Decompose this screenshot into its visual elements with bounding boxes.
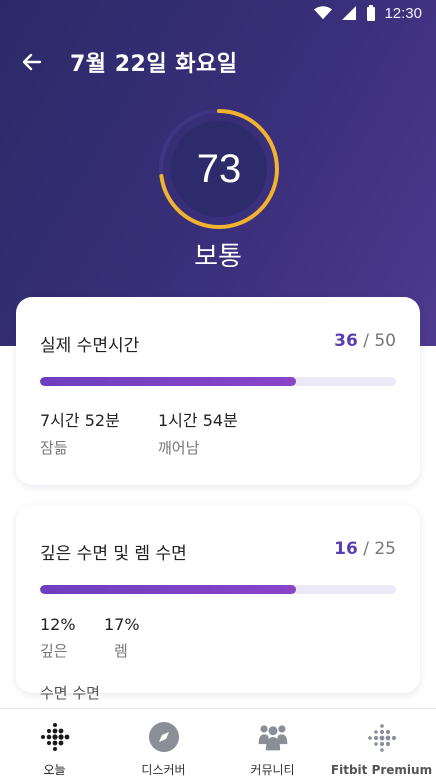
- compass-icon: [147, 721, 181, 753]
- page-title: 7월 22일 화요일: [70, 52, 238, 77]
- arrow-left-icon: [22, 53, 42, 71]
- app-bar: 7월 22일 화요일: [0, 40, 436, 84]
- nav-item-discover[interactable]: 디스커버: [109, 709, 218, 778]
- actual-sleep-card[interactable]: 실제 수면시간 36 / 50 7시간 52분 잠듦 1시간 54분 깨어남: [16, 297, 420, 485]
- stat-value: 12%: [40, 615, 76, 634]
- status-time: 12:30: [384, 4, 422, 22]
- stat-deep: 12% 깊은: [40, 615, 76, 661]
- card-score-max: / 25: [363, 539, 396, 559]
- fitbit-premium-icon: [365, 721, 399, 755]
- stat-value: 7시간 52분: [40, 411, 120, 430]
- nav-item-today[interactable]: 오늘: [0, 709, 109, 778]
- nav-label: 오늘: [43, 763, 66, 777]
- nav-item-community[interactable]: 커뮤니티: [218, 709, 327, 778]
- sleep-score-ring: 73: [156, 106, 282, 232]
- progress-bar: [40, 585, 396, 594]
- wifi-icon: [314, 6, 333, 20]
- nav-label: 디스커버: [141, 763, 186, 777]
- stat-label: 잠듦: [40, 439, 68, 457]
- progress-bar-fill: [40, 585, 297, 594]
- bottom-navigation: 오늘 디스커버 커뮤니티 Fitbit Premium: [0, 708, 436, 778]
- nav-label: Fitbit Premium: [330, 763, 433, 777]
- signal-icon: [342, 6, 357, 20]
- community-icon: [256, 721, 290, 753]
- progress-bar-fill: [40, 377, 297, 386]
- stat-label: 깊은: [40, 642, 68, 660]
- card-title: 깊은 수면 및 렘 수면: [40, 544, 187, 564]
- sleep-score-value: 73: [196, 146, 242, 191]
- battery-icon: [367, 5, 376, 21]
- stat-label: 깨어남: [158, 439, 200, 457]
- card-score-value: 36: [334, 331, 358, 351]
- card-score-max: / 50: [363, 331, 396, 351]
- stat-asleep: 7시간 52분 잠듦: [40, 407, 120, 458]
- back-button[interactable]: [10, 40, 54, 84]
- status-bar: 12:30: [0, 0, 436, 26]
- cutoff-label: 수면 수면: [40, 684, 100, 702]
- deep-rem-sleep-card[interactable]: 깊은 수면 및 렘 수면 16 / 25 12% 깊은 17% 렘 수면 수면: [16, 505, 420, 702]
- card-title: 실제 수면시간: [40, 336, 140, 356]
- stat-label: 렘: [114, 642, 128, 660]
- stat-value: 17%: [104, 615, 140, 634]
- stat-awake: 1시간 54분 깨어남: [158, 407, 238, 458]
- progress-bar: [40, 377, 396, 386]
- card-score-value: 16: [334, 539, 358, 559]
- nav-item-premium[interactable]: Fitbit Premium: [327, 709, 436, 778]
- fitbit-dots-icon: [38, 721, 72, 753]
- nav-label: 커뮤니티: [250, 763, 295, 777]
- stat-rem: 17% 렘: [104, 615, 140, 661]
- stat-value: 1시간 54분: [158, 411, 238, 430]
- card-score: 16 / 25: [334, 539, 396, 559]
- card-score: 36 / 50: [334, 331, 396, 351]
- sleep-score-rating: 보통: [194, 242, 242, 272]
